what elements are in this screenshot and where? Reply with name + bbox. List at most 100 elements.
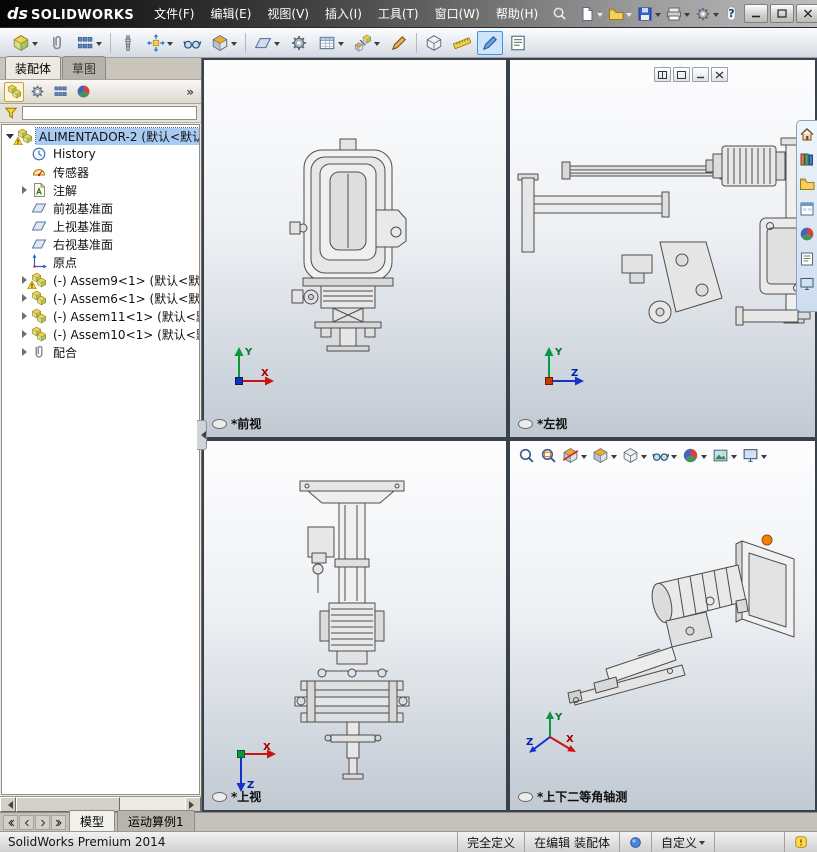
apply-scene-button[interactable] [710, 446, 739, 465]
search-icon[interactable] [552, 6, 567, 21]
expander-icon[interactable] [19, 293, 30, 304]
tree-item-root-assembly[interactable]: ALIMENTADOR-2 (默认<默认_ [2, 127, 199, 145]
edit-appearance-button[interactable] [680, 446, 709, 465]
expander-icon[interactable] [19, 185, 30, 196]
tab-sketch[interactable]: 草图 [62, 56, 107, 79]
zoom-area-button[interactable] [538, 446, 559, 465]
tree-item-assem11[interactable]: (-) Assem11<1> (默认<默认 [2, 307, 199, 325]
viewport-close-button[interactable] [711, 67, 728, 82]
tree-item-assem9[interactable]: (-) Assem9<1> (默认<默认 [2, 271, 199, 289]
four-view-button[interactable] [673, 67, 690, 82]
performance-evaluation-button[interactable] [505, 31, 531, 55]
options-button[interactable] [693, 4, 721, 24]
file-explorer-tab[interactable] [799, 176, 815, 192]
new-document-button[interactable] [577, 4, 605, 24]
appearances-scenes-tab[interactable] [799, 226, 815, 242]
solidworks-resources-tab[interactable] [799, 126, 815, 142]
view-settings-button[interactable] [740, 446, 769, 465]
tree-item-assem10[interactable]: (-) Assem10<1> (默认<默认 [2, 325, 199, 343]
warning-icon [13, 136, 23, 145]
interference-detection-button[interactable] [421, 31, 447, 55]
viewport-front[interactable]: Y X *前视 [204, 60, 506, 437]
custom-properties-tab[interactable] [799, 251, 815, 267]
tree-item-origin[interactable]: 原点 [2, 253, 199, 271]
tree-item-assem6[interactable]: (-) Assem6<1> (默认<默认_ [2, 289, 199, 307]
tree-item-history[interactable]: History [2, 145, 199, 163]
open-button[interactable] [606, 4, 634, 24]
expander-icon[interactable] [19, 329, 30, 340]
tree-filter-row [0, 104, 201, 123]
expander-icon[interactable] [19, 311, 30, 322]
view-palette-tab[interactable] [799, 201, 815, 217]
previous-tab-button[interactable] [19, 815, 34, 830]
menu-tools[interactable]: 工具(T) [370, 2, 427, 25]
reference-geometry-button[interactable] [250, 31, 284, 55]
single-view-button[interactable] [654, 67, 671, 82]
configurationmanager-tab[interactable] [50, 82, 70, 102]
tab-motion-study-1[interactable]: 运动算例1 [117, 810, 195, 831]
viewport-iso[interactable]: Y X Z *上下二等角轴测 [510, 441, 815, 810]
dimxpertmanager-tab[interactable] [73, 82, 93, 102]
zoom-fit-button[interactable] [516, 446, 537, 465]
plane-icon [254, 34, 272, 52]
display-style-button[interactable] [620, 446, 649, 465]
featuremanager-tree-tab[interactable] [4, 81, 24, 102]
scroll-left-button[interactable] [0, 797, 16, 812]
viewport-top[interactable]: X Z *上视 [204, 441, 506, 810]
view-orientation-button[interactable] [590, 446, 619, 465]
first-tab-button[interactable] [3, 815, 18, 830]
expander-icon[interactable] [19, 347, 30, 358]
measure-button[interactable] [449, 31, 475, 55]
linear-component-pattern-button[interactable] [72, 31, 106, 55]
close-button[interactable] [795, 4, 817, 23]
save-button[interactable] [635, 4, 663, 24]
tree-item-annotations[interactable]: 注解 [2, 181, 199, 199]
minimize-button[interactable] [743, 4, 768, 23]
propertymanager-tab[interactable] [27, 82, 47, 102]
quick-tips-segment[interactable] [784, 832, 817, 852]
viewport-minimize-button[interactable] [692, 67, 709, 82]
tab-assembly[interactable]: 装配体 [5, 56, 62, 79]
books-icon [799, 151, 815, 167]
menu-view[interactable]: 视图(V) [259, 2, 317, 25]
menu-help[interactable]: 帮助(H) [488, 2, 546, 25]
mate-button[interactable] [44, 31, 70, 55]
document-recovery-tab[interactable] [799, 276, 815, 292]
print-button[interactable] [664, 4, 692, 24]
custom-status[interactable]: 自定义 [650, 832, 714, 852]
design-library-tab[interactable] [799, 151, 815, 167]
smart-fasteners-button[interactable] [115, 31, 141, 55]
assembly-features-button[interactable] [207, 31, 241, 55]
menu-file[interactable]: 文件(F) [146, 2, 202, 25]
menu-edit[interactable]: 编辑(E) [202, 2, 259, 25]
filter-funnel-icon[interactable] [4, 106, 18, 120]
filter-input[interactable] [22, 106, 197, 120]
tree-item-top-plane[interactable]: 上视基准面 [2, 217, 199, 235]
insert-components-button[interactable] [8, 31, 42, 55]
exploded-view-button[interactable] [350, 31, 384, 55]
bill-of-materials-button[interactable] [314, 31, 348, 55]
next-tab-button[interactable] [35, 815, 50, 830]
show-hidden-components-button[interactable] [179, 31, 205, 55]
menu-window[interactable]: 窗口(W) [427, 2, 488, 25]
last-tab-button[interactable] [51, 815, 66, 830]
tree-item-mates[interactable]: 配合 [2, 343, 199, 361]
panel-splitter-handle[interactable] [197, 420, 207, 450]
menu-insert[interactable]: 插入(I) [317, 2, 370, 25]
section-view-button[interactable] [560, 446, 589, 465]
tree-item-sensors[interactable]: 传感器 [2, 163, 199, 181]
maximize-button[interactable] [769, 4, 794, 23]
explode-line-sketch-button[interactable] [386, 31, 412, 55]
help-button[interactable]: ? [727, 6, 736, 21]
tree-item-front-plane[interactable]: 前视基准面 [2, 199, 199, 217]
new-motion-study-button[interactable] [286, 31, 312, 55]
move-component-button[interactable] [143, 31, 177, 55]
hide-show-items-button[interactable] [650, 446, 679, 465]
assembly-visualization-button[interactable] [477, 30, 503, 55]
tab-model[interactable]: 模型 [69, 810, 116, 831]
plane-icon [31, 200, 47, 216]
tree-item-right-plane[interactable]: 右视基准面 [2, 235, 199, 253]
viewport-left[interactable]: Y Z *左视 [510, 60, 815, 437]
more-tabs-chevron[interactable]: » [186, 85, 197, 99]
